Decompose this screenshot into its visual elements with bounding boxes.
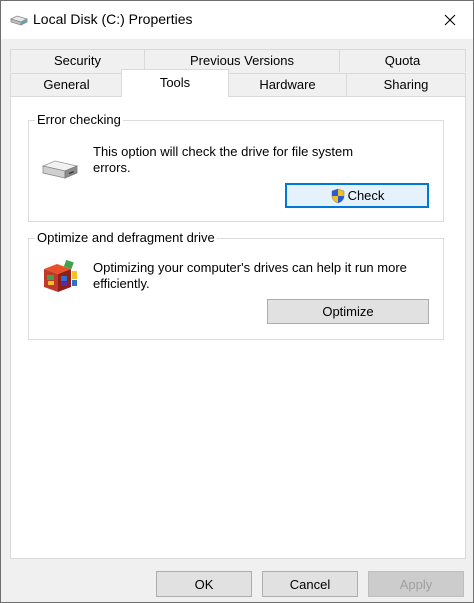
properties-window: Local Disk (C:) Properties Security Prev…	[0, 0, 474, 603]
tab-quota[interactable]: Quota	[339, 49, 466, 72]
apply-button[interactable]: Apply	[368, 571, 464, 597]
window-title: Local Disk (C:) Properties	[33, 11, 193, 27]
tab-tools[interactable]: Tools	[121, 69, 229, 97]
close-icon	[444, 14, 456, 26]
error-checking-description: This option will check the drive for fil…	[93, 144, 354, 175]
title-bar[interactable]: Local Disk (C:) Properties	[1, 1, 473, 39]
optimize-description: Optimizing your computer's drives can he…	[93, 260, 407, 291]
tab-general[interactable]: General	[10, 73, 123, 96]
tools-panel: Error checking This option will check th…	[10, 96, 466, 559]
optimize-title: Optimize and defragment drive	[35, 230, 217, 245]
error-checking-title: Error checking	[35, 112, 123, 127]
optimize-button[interactable]: Optimize	[267, 299, 429, 324]
tab-hardware[interactable]: Hardware	[228, 73, 347, 96]
uac-shield-icon	[331, 188, 344, 203]
check-button-label: Check	[347, 188, 385, 203]
tab-sharing[interactable]: Sharing	[346, 73, 466, 96]
error-checking-group: Error checking This option will check th…	[28, 112, 444, 222]
drive-icon	[10, 15, 28, 26]
cancel-button[interactable]: Cancel	[262, 571, 358, 597]
close-button[interactable]	[427, 1, 473, 39]
defrag-icon	[44, 259, 77, 292]
ok-button[interactable]: OK	[156, 571, 252, 597]
optimize-group: Optimize and defragment drive Optimizing…	[28, 230, 444, 340]
drive-icon	[41, 160, 79, 179]
check-button[interactable]: Check	[285, 183, 429, 208]
